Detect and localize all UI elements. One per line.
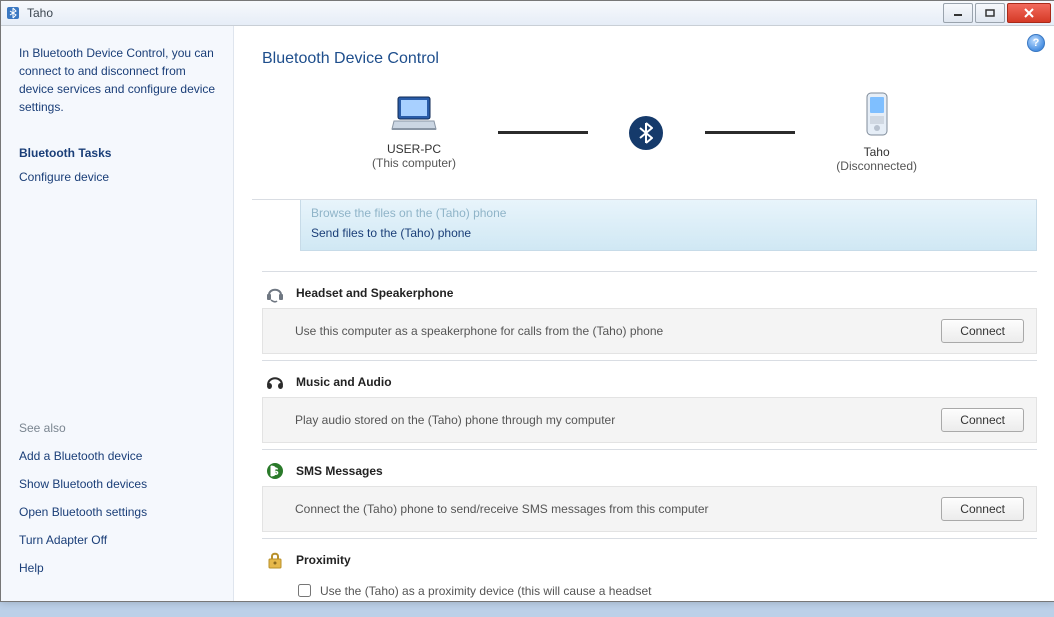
sidebar: In Bluetooth Device Control, you can con… [1, 26, 234, 601]
titlebar: Taho [1, 1, 1054, 26]
headset-icon [264, 282, 286, 304]
sidebar-intro: In Bluetooth Device Control, you can con… [19, 44, 219, 116]
proximity-checkbox-label: Use the (Taho) as a proximity device (th… [320, 584, 651, 598]
sms-title: SMS Messages [296, 464, 383, 478]
music-title: Music and Audio [296, 375, 392, 389]
seealso-open-settings[interactable]: Open Bluetooth settings [19, 505, 219, 519]
page-title: Bluetooth Device Control [262, 50, 1027, 68]
body: In Bluetooth Device Control, you can con… [1, 26, 1054, 601]
proximity-title: Proximity [296, 553, 351, 567]
sms-section: S SMS Messages Connect the (Taho) phone … [262, 449, 1037, 538]
window-buttons [943, 3, 1051, 23]
content-scroll[interactable]: Browse the files on the (Taho) phone Sen… [234, 200, 1054, 601]
close-button[interactable] [1007, 3, 1051, 23]
seealso-show-devices[interactable]: Show Bluetooth devices [19, 477, 219, 491]
window-title: Taho [27, 6, 943, 20]
headset-title: Headset and Speakerphone [296, 286, 453, 300]
music-connect-button[interactable]: Connect [941, 408, 1024, 432]
phone-icon [864, 92, 890, 139]
headset-connect-button[interactable]: Connect [941, 319, 1024, 343]
file-transfer-browse-link[interactable]: Browse the files on the (Taho) phone [311, 206, 1026, 220]
laptop-icon [390, 95, 438, 136]
diagram-computer-sub: (This computer) [372, 156, 456, 170]
music-desc: Play audio stored on the (Taho) phone th… [295, 413, 941, 427]
window: Taho In Bluetooth Device Control, you ca… [0, 0, 1054, 602]
diagram-computer-node: USER-PC (This computer) [372, 95, 456, 170]
headset-section: Headset and Speakerphone Use this comput… [262, 271, 1037, 360]
headset-desc: Use this computer as a speakerphone for … [295, 324, 941, 338]
lock-icon [264, 549, 286, 571]
diagram-bluetooth-node [629, 116, 663, 150]
diagram-phone-name: Taho [864, 145, 890, 159]
tasks-heading: Bluetooth Tasks [19, 146, 219, 160]
diagram-line-left [498, 131, 588, 134]
svg-text:S: S [271, 466, 278, 478]
help-icon[interactable]: ? [1027, 34, 1045, 52]
diagram-phone-sub: (Disconnected) [836, 159, 917, 173]
diagram-computer-name: USER-PC [387, 142, 441, 156]
proximity-section: Proximity Use the (Taho) as a proximity … [262, 538, 1037, 601]
diagram-phone-node: Taho (Disconnected) [836, 92, 917, 173]
app-icon [5, 5, 21, 21]
main-header: Bluetooth Device Control USER-PC [234, 26, 1054, 199]
file-transfer-send-link[interactable]: Send files to the (Taho) phone [311, 226, 1026, 240]
seealso-heading: See also [19, 421, 219, 435]
sms-icon: S [264, 460, 286, 482]
sms-desc: Connect the (Taho) phone to send/receive… [295, 502, 941, 516]
proximity-checkbox[interactable] [298, 584, 311, 597]
file-transfer-section: Browse the files on the (Taho) phone Sen… [300, 200, 1037, 251]
headphones-icon [264, 371, 286, 393]
sms-connect-button[interactable]: Connect [941, 497, 1024, 521]
seealso-add-device[interactable]: Add a Bluetooth device [19, 449, 219, 463]
diagram-line-right [705, 131, 795, 134]
seealso-help[interactable]: Help [19, 561, 219, 575]
bluetooth-icon [629, 116, 663, 150]
connection-diagram: USER-PC (This computer) [262, 82, 1027, 189]
sidebar-link-configure-device[interactable]: Configure device [19, 170, 219, 184]
maximize-button[interactable] [975, 3, 1005, 23]
music-section: Music and Audio Play audio stored on the… [262, 360, 1037, 449]
main: ? Bluetooth Device Control [234, 26, 1054, 601]
seealso-turn-adapter-off[interactable]: Turn Adapter Off [19, 533, 219, 547]
minimize-button[interactable] [943, 3, 973, 23]
